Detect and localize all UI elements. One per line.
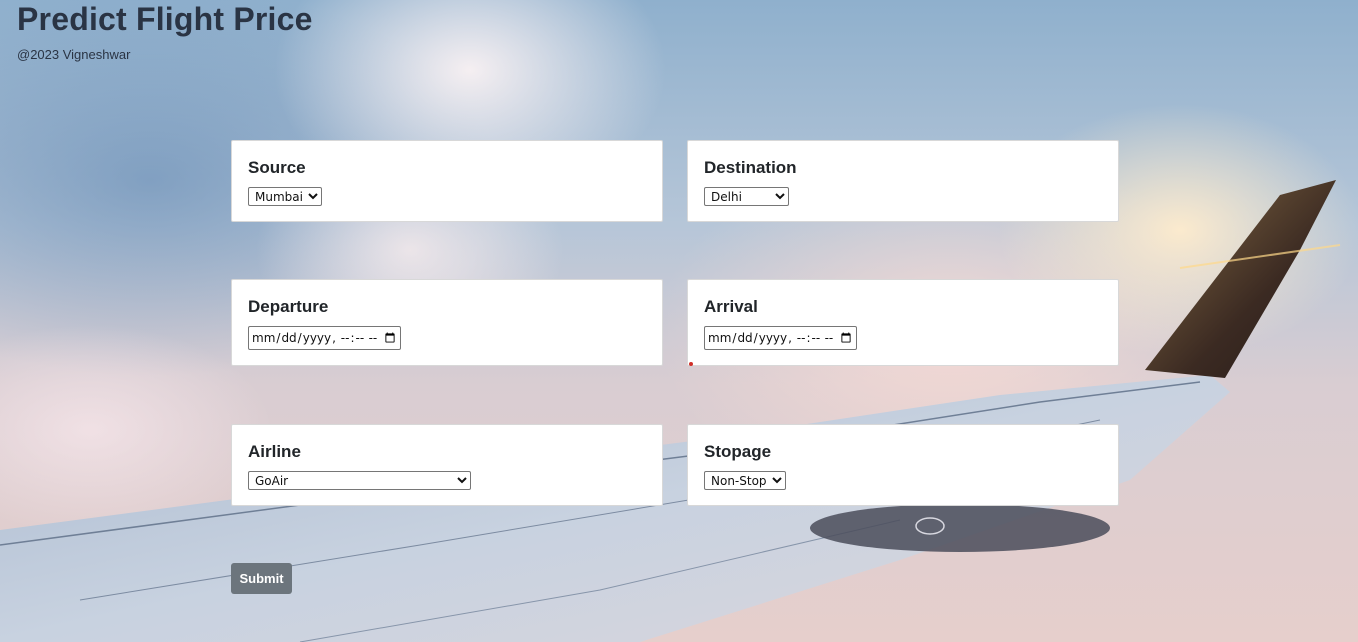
departure-datetime-input[interactable] <box>248 326 401 350</box>
airline-label: Airline <box>248 442 301 461</box>
stopage-card: Stopage Non-Stop <box>687 424 1119 506</box>
arrival-card: Arrival <box>687 279 1119 366</box>
destination-select[interactable]: Delhi <box>704 187 789 206</box>
credit-text: @2023 Vigneshwar <box>17 47 131 62</box>
submit-button[interactable]: Submit <box>231 563 292 594</box>
destination-card: Destination Delhi <box>687 140 1119 222</box>
red-dot-marker <box>689 362 693 366</box>
destination-label: Destination <box>704 158 797 177</box>
page-title: Predict Flight Price <box>17 1 313 37</box>
source-card: Source Mumbai <box>231 140 663 222</box>
airplane-wing-background <box>0 180 1341 642</box>
stopage-select[interactable]: Non-Stop <box>704 471 786 490</box>
airline-select[interactable]: GoAir <box>248 471 471 490</box>
stopage-label: Stopage <box>704 442 772 461</box>
source-select[interactable]: Mumbai <box>248 187 322 206</box>
airline-card: Airline GoAir <box>231 424 663 506</box>
source-label: Source <box>248 158 306 177</box>
arrival-label: Arrival <box>704 297 758 316</box>
departure-card: Departure <box>231 279 663 366</box>
arrival-datetime-input[interactable] <box>704 326 857 350</box>
departure-label: Departure <box>248 297 329 316</box>
